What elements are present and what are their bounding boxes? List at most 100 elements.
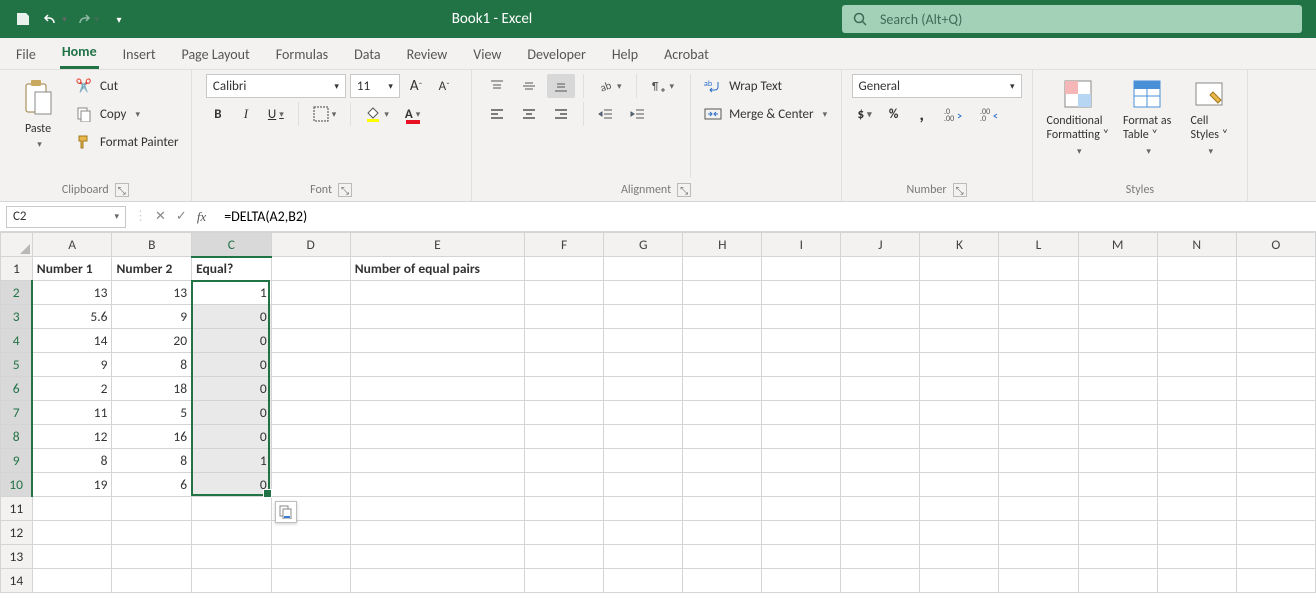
cell-G4[interactable] bbox=[604, 329, 683, 353]
cell-G14[interactable] bbox=[604, 569, 683, 593]
cell-K10[interactable] bbox=[920, 473, 999, 497]
cell-N8[interactable] bbox=[1157, 425, 1236, 449]
cell-K11[interactable] bbox=[920, 497, 999, 521]
redo-button[interactable] bbox=[74, 6, 100, 32]
cell-B2[interactable]: 13 bbox=[112, 281, 192, 305]
cell-G7[interactable] bbox=[604, 401, 683, 425]
orientation-button[interactable]: ab bbox=[592, 74, 628, 98]
enter-formula-button[interactable]: ✓ bbox=[176, 209, 187, 225]
cell-K9[interactable] bbox=[920, 449, 999, 473]
cell-F4[interactable] bbox=[525, 329, 604, 353]
cell-J6[interactable] bbox=[841, 377, 920, 401]
cell-J10[interactable] bbox=[841, 473, 920, 497]
cell-F9[interactable] bbox=[525, 449, 604, 473]
cell-C12[interactable] bbox=[192, 521, 272, 545]
cell-O3[interactable] bbox=[1236, 305, 1315, 329]
cell-E13[interactable] bbox=[350, 545, 524, 569]
cell-M13[interactable] bbox=[1078, 545, 1157, 569]
cell-N10[interactable] bbox=[1157, 473, 1236, 497]
row-header-14[interactable]: 14 bbox=[1, 569, 33, 593]
merge-center-button[interactable]: Merge & Center bbox=[701, 102, 829, 126]
cell-L5[interactable] bbox=[999, 353, 1078, 377]
cell-H3[interactable] bbox=[683, 305, 762, 329]
cell-C6[interactable]: 0 bbox=[192, 377, 272, 401]
cell-B12[interactable] bbox=[112, 521, 192, 545]
cell-H8[interactable] bbox=[683, 425, 762, 449]
cell-M3[interactable] bbox=[1078, 305, 1157, 329]
row-header-6[interactable]: 6 bbox=[1, 377, 33, 401]
cell-K7[interactable] bbox=[920, 401, 999, 425]
align-right-button[interactable] bbox=[547, 102, 575, 126]
cell-E11[interactable] bbox=[350, 497, 524, 521]
cell-I5[interactable] bbox=[762, 353, 841, 377]
cell-D1[interactable] bbox=[271, 257, 350, 281]
cell-B7[interactable]: 5 bbox=[112, 401, 192, 425]
cell-B9[interactable]: 8 bbox=[112, 449, 192, 473]
font-launcher[interactable]: ⤡ bbox=[338, 183, 352, 197]
col-header-K[interactable]: K bbox=[920, 233, 999, 257]
tab-insert[interactable]: Insert bbox=[121, 40, 158, 69]
cell-B6[interactable]: 18 bbox=[112, 377, 192, 401]
cell-I2[interactable] bbox=[762, 281, 841, 305]
cell-C11[interactable] bbox=[192, 497, 272, 521]
cell-C1[interactable]: Equal? bbox=[192, 257, 272, 281]
cell-C8[interactable]: 0 bbox=[192, 425, 272, 449]
cell-I6[interactable] bbox=[762, 377, 841, 401]
cell-M11[interactable] bbox=[1078, 497, 1157, 521]
cell-D2[interactable] bbox=[271, 281, 350, 305]
cell-H7[interactable] bbox=[683, 401, 762, 425]
cell-G13[interactable] bbox=[604, 545, 683, 569]
cell-N11[interactable] bbox=[1157, 497, 1236, 521]
cell-A13[interactable] bbox=[32, 545, 112, 569]
increase-indent-button[interactable] bbox=[624, 102, 652, 126]
cell-C13[interactable] bbox=[192, 545, 272, 569]
cell-H10[interactable] bbox=[683, 473, 762, 497]
cell-A7[interactable]: 11 bbox=[32, 401, 112, 425]
cell-K14[interactable] bbox=[920, 569, 999, 593]
cell-C14[interactable] bbox=[192, 569, 272, 593]
cell-L9[interactable] bbox=[999, 449, 1078, 473]
cell-M12[interactable] bbox=[1078, 521, 1157, 545]
cell-E12[interactable] bbox=[350, 521, 524, 545]
cell-E7[interactable] bbox=[350, 401, 524, 425]
cell-I12[interactable] bbox=[762, 521, 841, 545]
col-header-C[interactable]: C bbox=[192, 233, 272, 257]
cell-A2[interactable]: 13 bbox=[32, 281, 112, 305]
cell-I14[interactable] bbox=[762, 569, 841, 593]
cell-L4[interactable] bbox=[999, 329, 1078, 353]
col-header-H[interactable]: H bbox=[683, 233, 762, 257]
cell-J7[interactable] bbox=[841, 401, 920, 425]
col-header-E[interactable]: E bbox=[350, 233, 524, 257]
copy-button[interactable]: Copy bbox=[72, 102, 181, 126]
comma-format-button[interactable]: , bbox=[910, 102, 934, 126]
cell-I4[interactable] bbox=[762, 329, 841, 353]
cell-F12[interactable] bbox=[525, 521, 604, 545]
percent-format-button[interactable]: % bbox=[882, 102, 906, 126]
cell-C3[interactable]: 0 bbox=[192, 305, 272, 329]
select-all-corner[interactable] bbox=[1, 233, 33, 257]
fill-color-button[interactable] bbox=[359, 102, 395, 126]
align-center-button[interactable] bbox=[515, 102, 543, 126]
format-as-table-button[interactable]: Format asTable ˅ bbox=[1119, 74, 1175, 162]
cell-O4[interactable] bbox=[1236, 329, 1315, 353]
conditional-formatting-button[interactable]: ConditionalFormatting ˅ bbox=[1043, 74, 1113, 162]
cell-B13[interactable] bbox=[112, 545, 192, 569]
cell-F13[interactable] bbox=[525, 545, 604, 569]
cell-A10[interactable]: 19 bbox=[32, 473, 112, 497]
cell-G6[interactable] bbox=[604, 377, 683, 401]
cell-J12[interactable] bbox=[841, 521, 920, 545]
cell-F11[interactable] bbox=[525, 497, 604, 521]
cell-E2[interactable] bbox=[350, 281, 524, 305]
cell-J3[interactable] bbox=[841, 305, 920, 329]
search-box[interactable] bbox=[842, 5, 1302, 33]
cell-H6[interactable] bbox=[683, 377, 762, 401]
cell-L7[interactable] bbox=[999, 401, 1078, 425]
tab-formulas[interactable]: Formulas bbox=[274, 40, 330, 69]
cell-K12[interactable] bbox=[920, 521, 999, 545]
col-header-D[interactable]: D bbox=[271, 233, 350, 257]
tab-developer[interactable]: Developer bbox=[525, 40, 587, 69]
cell-O11[interactable] bbox=[1236, 497, 1315, 521]
cell-A12[interactable] bbox=[32, 521, 112, 545]
cell-A8[interactable]: 12 bbox=[32, 425, 112, 449]
col-header-J[interactable]: J bbox=[841, 233, 920, 257]
